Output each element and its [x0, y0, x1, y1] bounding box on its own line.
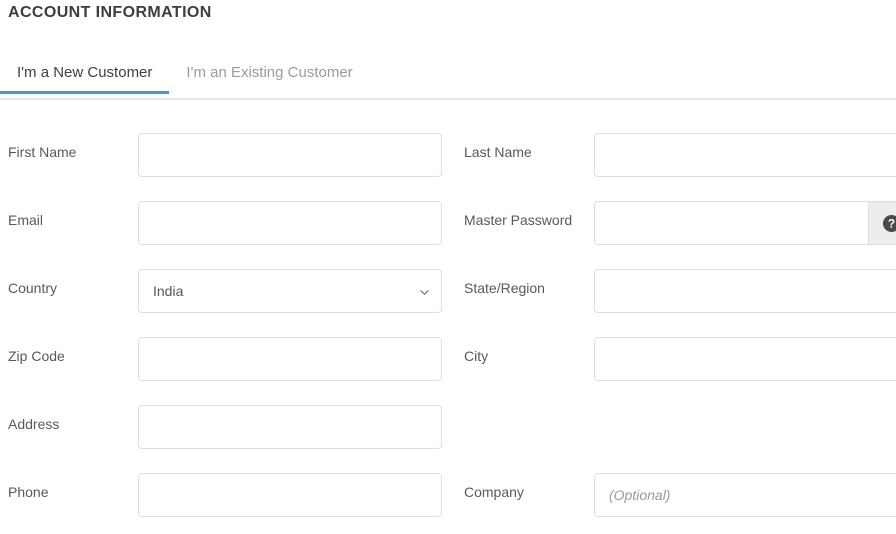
zip-code-input[interactable] [138, 337, 442, 381]
address-input[interactable] [138, 405, 442, 449]
field-company: Company [456, 463, 896, 531]
control-wrap [594, 269, 896, 313]
field-phone: Phone [0, 463, 450, 531]
phone-input[interactable] [138, 473, 442, 517]
last-name-input[interactable] [594, 133, 896, 177]
field-label: Email [8, 212, 44, 228]
first-name-input[interactable] [138, 133, 442, 177]
field-city: City [456, 327, 896, 395]
field-label: Company [464, 484, 524, 500]
field-last-name: Last Name [456, 123, 896, 191]
field-email: Email [0, 191, 450, 259]
control-wrap [138, 133, 442, 177]
field-country: Country India [0, 259, 450, 327]
field-state-region: State/Region [456, 259, 896, 327]
form-row: Country India State/Region [0, 259, 896, 327]
field-label: First Name [8, 144, 77, 160]
field-label: State/Region [464, 280, 545, 296]
account-information-form: First Name Last Name Email Master Passwo… [0, 123, 896, 531]
page-title: ACCOUNT INFORMATION [8, 4, 212, 21]
field-label: Country [8, 280, 58, 296]
help-circle-icon: ? [882, 214, 896, 233]
control-wrap [138, 473, 442, 517]
svg-text:?: ? [887, 216, 894, 230]
form-row: Phone Company [0, 463, 896, 531]
control-wrap [138, 337, 442, 381]
control-wrap [138, 405, 442, 449]
control-wrap: India [138, 269, 442, 313]
tab-new-customer[interactable]: I'm a New Customer [0, 55, 169, 94]
field-zip-code: Zip Code [0, 327, 450, 395]
field-label: Phone [8, 484, 49, 500]
form-row: First Name Last Name [0, 123, 896, 191]
field-address: Address [0, 395, 450, 463]
country-select[interactable]: India [138, 269, 442, 313]
field-label: Master Password [464, 212, 573, 228]
control-wrap [138, 201, 442, 245]
field-label: Zip Code [8, 348, 65, 364]
field-label: Address [8, 416, 60, 432]
field-first-name: First Name [0, 123, 450, 191]
email-input[interactable] [138, 201, 442, 245]
control-wrap [594, 473, 896, 517]
tab-existing-customer[interactable]: I'm an Existing Customer [169, 55, 369, 94]
form-row: Email Master Password ? [0, 191, 896, 259]
form-row: Address [0, 395, 896, 463]
field-label: Last Name [464, 144, 532, 160]
control-wrap [594, 337, 896, 381]
master-password-input[interactable] [594, 201, 868, 245]
company-input[interactable] [594, 473, 896, 517]
field-label: City [464, 348, 489, 364]
select-shell: India [138, 269, 442, 313]
form-row: Zip Code City [0, 327, 896, 395]
city-input[interactable] [594, 337, 896, 381]
field-master-password: Master Password ? [456, 191, 896, 259]
account-information-page: ACCOUNT INFORMATION I'm a New Customer I… [0, 0, 896, 534]
state-region-input[interactable] [594, 269, 896, 313]
control-wrap [594, 133, 896, 177]
customer-type-tabs: I'm a New Customer I'm an Existing Custo… [0, 55, 896, 100]
control-wrap: ? [594, 201, 896, 245]
master-password-help-button[interactable]: ? [868, 201, 896, 245]
